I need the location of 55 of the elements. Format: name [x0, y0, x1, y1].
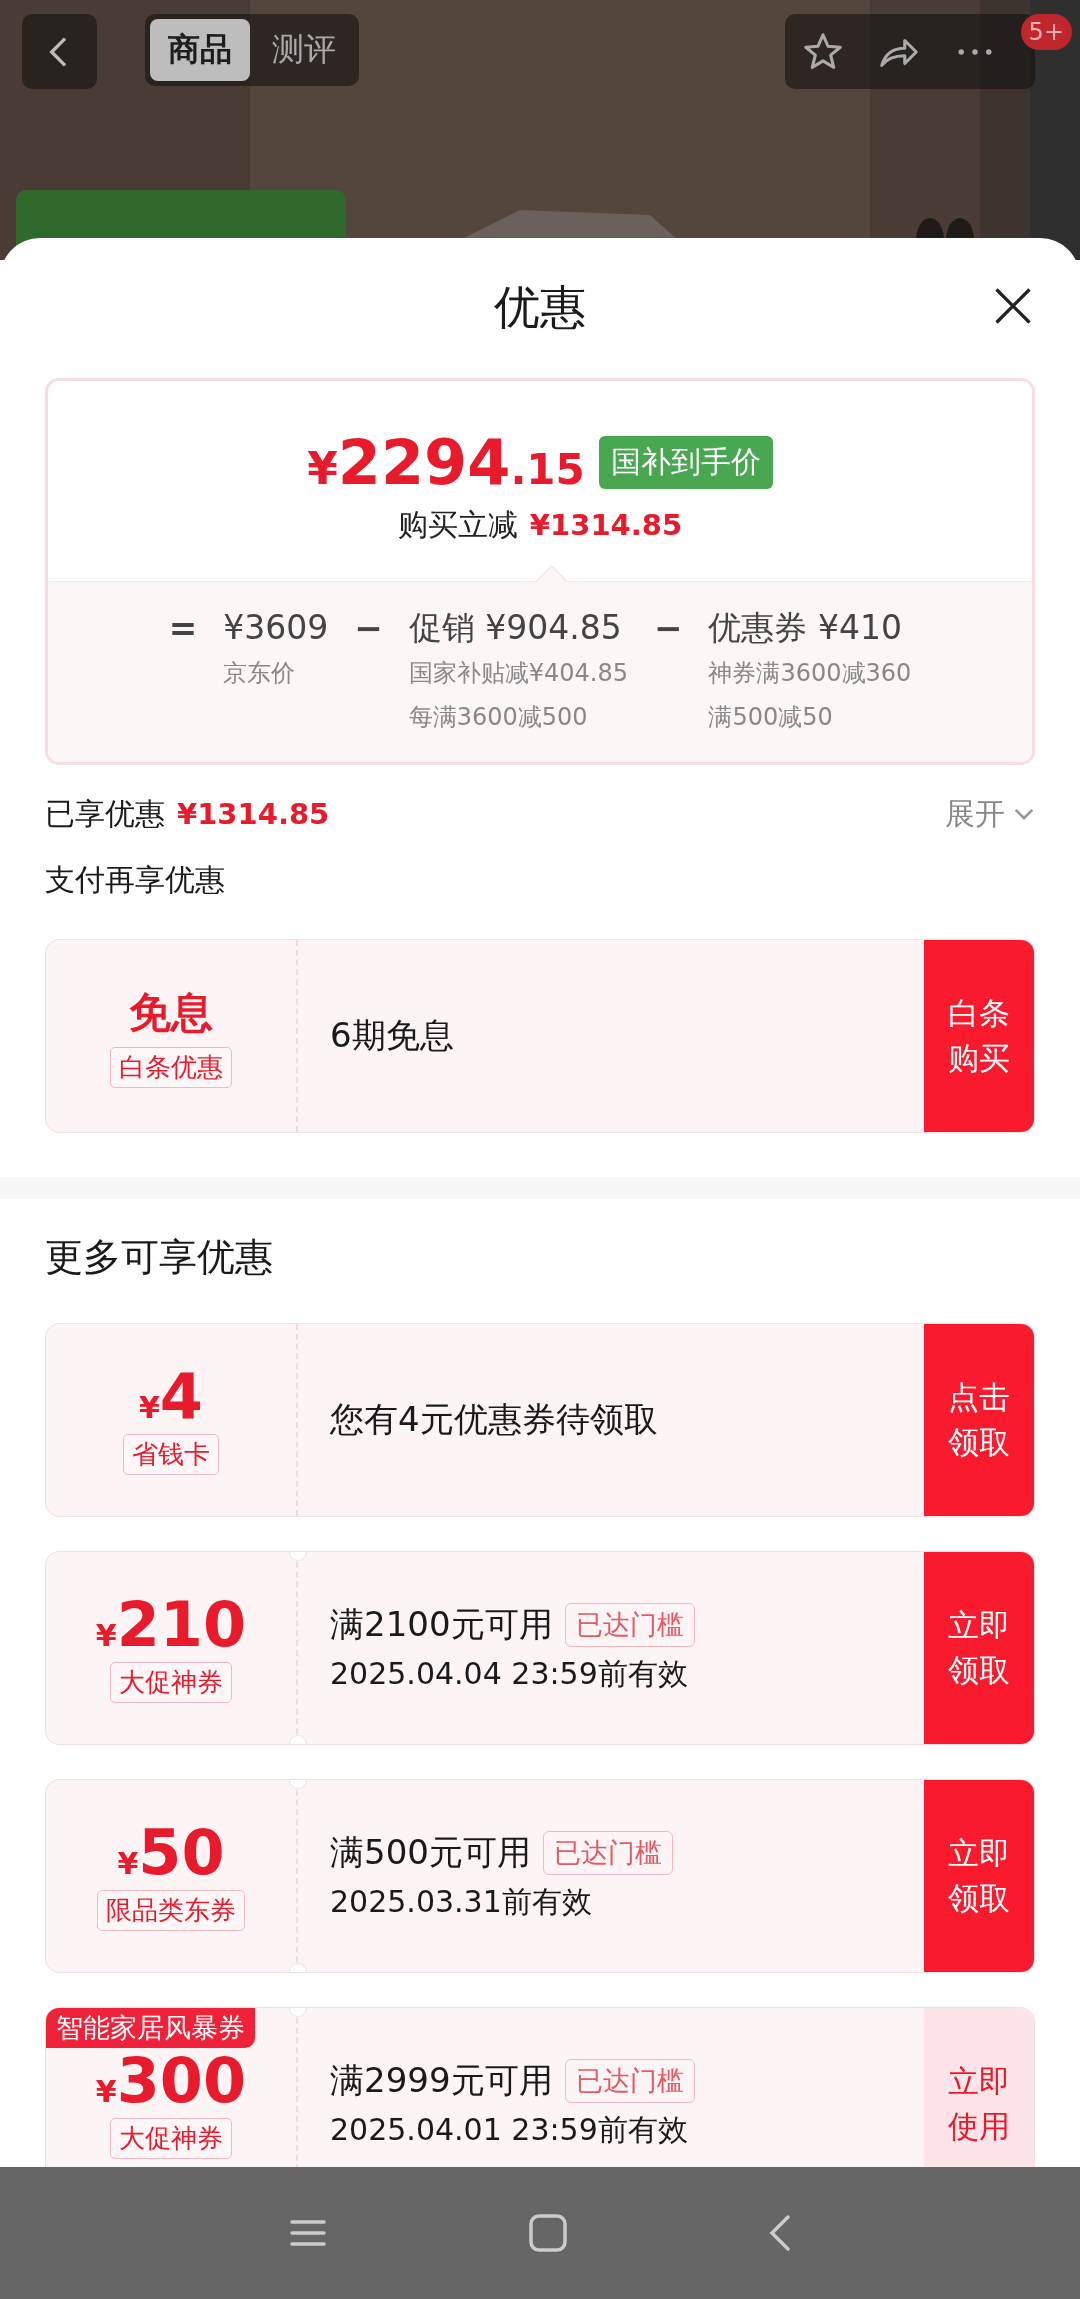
- coupon-title: 满2999元可用: [330, 2058, 553, 2102]
- breakdown-detail: 满500减50: [708, 702, 834, 733]
- coupon-title: 您有4元优惠券待领取: [330, 1398, 658, 1441]
- breakdown-detail: 神券满3600减360: [708, 658, 912, 689]
- validity-text: 2025.04.04 23:59前有效: [330, 1654, 689, 1693]
- breakdown-amount: 优惠券 ¥410: [708, 608, 903, 648]
- threshold-tag: 已达门槛: [564, 1602, 695, 1647]
- chevron-down-icon: [1013, 807, 1035, 821]
- corner-tag: 智能家居风暴券: [46, 2008, 255, 2048]
- coupon-tag: 限品类东券: [97, 1889, 245, 1931]
- coupon-tag: 省钱卡: [123, 1433, 219, 1475]
- coupon-amount: ¥4: [139, 1365, 203, 1428]
- offer-title: 6期免息: [330, 1014, 455, 1057]
- coupon-tag: 大促神券: [110, 2117, 232, 2159]
- back-icon[interactable]: [768, 2213, 792, 2253]
- sheet-title: 优惠: [494, 279, 586, 336]
- claim-button[interactable]: 立即领取: [924, 1552, 1034, 1744]
- coupon-title: 满500元可用: [330, 1830, 531, 1874]
- tab[interactable]: 商品: [150, 19, 250, 81]
- expand-button[interactable]: 展开: [945, 793, 1035, 835]
- enjoyed-label: 已享优惠: [45, 794, 165, 833]
- final-price: ¥2294.15: [307, 426, 585, 499]
- offer-value: 免息: [129, 986, 213, 1039]
- subsidy-badge: 国补到手价: [598, 436, 773, 489]
- coupon-amount: ¥210: [95, 1593, 247, 1656]
- back-button[interactable]: [22, 14, 97, 89]
- home-icon[interactable]: [528, 2213, 568, 2253]
- section-heading: 更多可享优惠: [45, 1234, 274, 1281]
- claim-button[interactable]: 点击领取: [924, 1324, 1034, 1516]
- breakdown-detail: 国家补贴减¥404.85: [408, 658, 628, 689]
- coupon-title: 满2100元可用: [330, 1602, 553, 1646]
- operator: =: [168, 608, 198, 650]
- coupon-amount: ¥300: [95, 2049, 247, 2112]
- claim-button[interactable]: 立即领取: [924, 1780, 1034, 1972]
- tab[interactable]: 测评: [254, 19, 354, 81]
- saving-amount: ¥1314.85: [529, 508, 683, 542]
- operator: −: [354, 608, 383, 650]
- operator: −: [653, 608, 683, 650]
- claim-button[interactable]: 立即使用: [924, 2008, 1034, 2167]
- offer-tag: 白条优惠: [110, 1046, 232, 1088]
- buy-button[interactable]: 白条购买: [924, 940, 1034, 1132]
- section-heading: 支付再享优惠: [45, 861, 226, 899]
- saving-label: 购买立减: [397, 506, 518, 544]
- threshold-tag: 已达门槛: [564, 2058, 695, 2103]
- breakdown-detail: 京东价: [223, 658, 297, 689]
- validity-text: 2025.04.01 23:59前有效: [330, 2110, 689, 2149]
- enjoyed-amount: ¥1314.85: [177, 797, 330, 831]
- breakdown-amount: 促销 ¥904.85: [408, 608, 623, 648]
- validity-text: 2025.03.31前有效: [330, 1882, 593, 1921]
- coupon-tag: 大促神券: [110, 1661, 232, 1703]
- breakdown-amount: ¥3609: [223, 608, 329, 648]
- menu-icon[interactable]: [288, 2217, 328, 2249]
- coupon-amount: ¥50: [117, 1821, 225, 1884]
- breakdown-detail: 每满3600减500: [408, 702, 589, 733]
- threshold-tag: 已达门槛: [542, 1830, 673, 1875]
